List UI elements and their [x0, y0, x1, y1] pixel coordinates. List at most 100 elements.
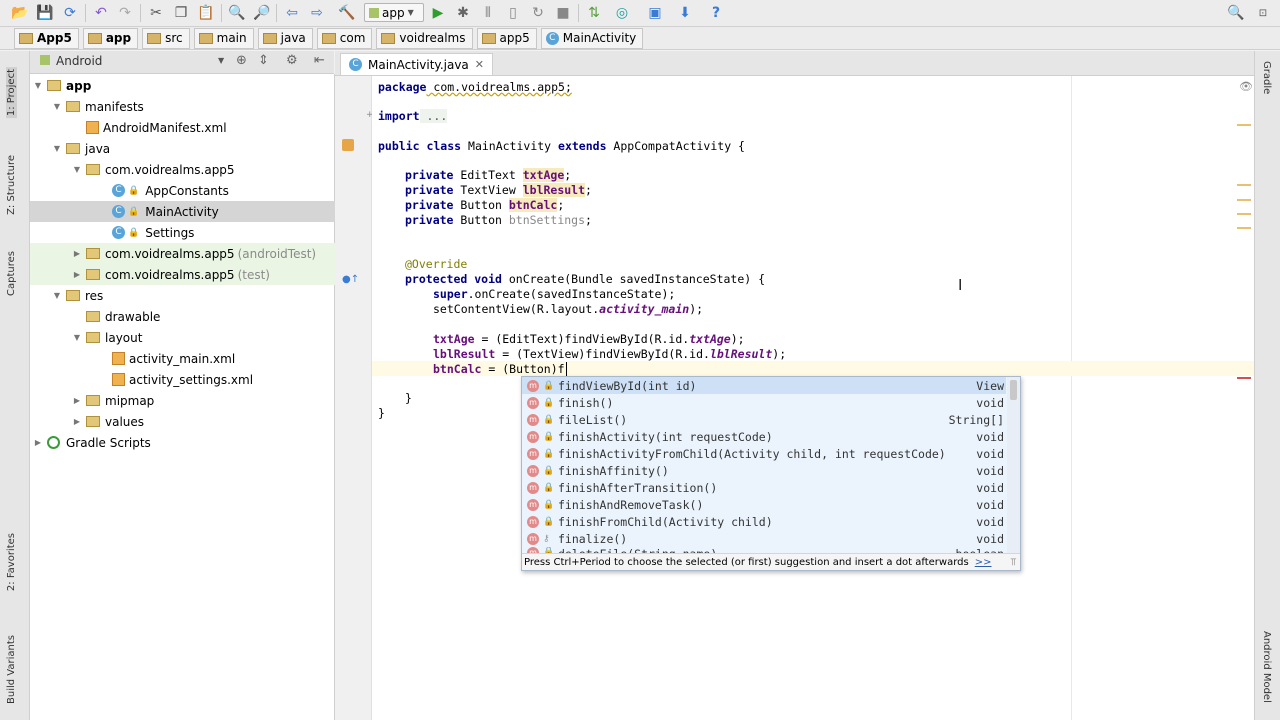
save-icon[interactable]: 💾	[35, 3, 55, 23]
completion-item[interactable]: m 🔒 fileList() String[]	[522, 411, 1006, 428]
copy-icon[interactable]: ❐	[171, 3, 191, 23]
warning-mark[interactable]	[1237, 213, 1251, 215]
tree-item-manifests[interactable]: ▼ manifests	[30, 96, 356, 117]
back-icon[interactable]: ⇦	[282, 3, 302, 23]
tree-item-res[interactable]: ▼ res	[30, 285, 356, 306]
tree-item-java[interactable]: ▼ java	[30, 138, 356, 159]
hide-panel-icon[interactable]: ⇤	[314, 53, 325, 68]
tree-item-drawable[interactable]: drawable	[30, 306, 386, 327]
avd-icon[interactable]: ↻	[528, 3, 548, 23]
tab-mainactivity-java[interactable]: C MainActivity.java ✕	[340, 53, 493, 75]
override-marker-icon[interactable]: ●↑	[342, 274, 359, 285]
stop-icon[interactable]: ■	[553, 3, 573, 23]
lock-icon: 🔒	[543, 482, 555, 493]
chevron-down-icon[interactable]: ▼	[218, 56, 224, 65]
breadcrumb-app5[interactable]: App5	[14, 27, 79, 49]
warning-mark[interactable]	[1237, 199, 1251, 201]
breadcrumb-src[interactable]: src	[142, 27, 190, 49]
code-completion-popup[interactable]: m 🔒 findViewById(int id) View m 🔒 finish() voi…	[521, 376, 1021, 571]
warning-mark[interactable]	[1237, 184, 1251, 186]
structure-icon[interactable]: ◎	[612, 3, 632, 23]
tree-item-layout[interactable]: ▼ layout	[30, 327, 376, 348]
project-view-select[interactable]: Android	[56, 54, 102, 68]
class-marker-icon[interactable]	[342, 139, 354, 151]
completion-item[interactable]: m 🔒 finishActivityFromChild(Activity child…	[522, 445, 1006, 462]
inspection-eye-icon[interactable]: 👁	[1239, 80, 1253, 93]
completion-item[interactable]: m 🔒 finishAffinity() void	[522, 462, 1006, 479]
help-icon[interactable]: ?	[706, 3, 726, 23]
tab-gradle[interactable]: Gradle	[1261, 61, 1272, 94]
expand-icon[interactable]: ▼	[72, 333, 82, 342]
tab-android-model[interactable]: Android Model	[1261, 631, 1272, 703]
maximize-icon[interactable]: ⊡	[1253, 3, 1273, 23]
debug-icon[interactable]: ✱	[453, 3, 473, 23]
tree-item-package-androidtest[interactable]: ▶ com.voidrealms.app5 (androidTest)	[30, 243, 376, 264]
completion-item[interactable]: m 🔒 finishFromChild(Activity child) void	[522, 513, 1006, 530]
forward-icon[interactable]: ⇨	[307, 3, 327, 23]
expand-icon[interactable]: ▼	[33, 81, 43, 90]
tab-captures[interactable]: Captures	[6, 251, 17, 296]
scrollbar-thumb[interactable]	[1010, 380, 1017, 400]
warning-mark[interactable]	[1237, 227, 1251, 229]
undo-icon[interactable]: ↶	[91, 3, 111, 23]
sync-icon[interactable]: ⟳	[60, 3, 80, 23]
search-icon[interactable]: 🔍	[1226, 3, 1246, 23]
attach-icon[interactable]: ⫴	[478, 3, 498, 23]
sync-gradle-icon[interactable]: ⇅	[584, 3, 604, 23]
completion-item[interactable]: m 🔒 finishAfterTransition() void	[522, 479, 1006, 496]
tree-item-mipmap[interactable]: ▶ mipmap	[30, 390, 376, 411]
tree-item-package[interactable]: ▼ com.voidrealms.app5	[30, 159, 376, 180]
run-config-select[interactable]: app ▼	[364, 3, 424, 22]
breadcrumb-main[interactable]: main	[193, 27, 254, 49]
scroll-from-source-icon[interactable]: ⊕	[236, 53, 247, 68]
tab-structure[interactable]: Z: Structure	[6, 155, 17, 215]
tree-item-manifest-xml[interactable]: AndroidManifest.xml	[30, 117, 386, 138]
monitor-icon[interactable]: ▣	[645, 3, 665, 23]
tab-build-variants[interactable]: Build Variants	[6, 635, 17, 704]
tab-favorites[interactable]: 2: Favorites	[6, 533, 17, 591]
expand-icon[interactable]: ▶	[72, 270, 82, 279]
redo-icon[interactable]: ↷	[115, 3, 135, 23]
expand-icon[interactable]: ▶	[72, 417, 82, 426]
cut-icon[interactable]: ✂	[146, 3, 166, 23]
expand-icon[interactable]: ▼	[52, 144, 62, 153]
expand-icon[interactable]: ▶	[72, 396, 82, 405]
completion-item[interactable]: m 🔒 findViewById(int id) View	[522, 377, 1006, 394]
expand-icon[interactable]: ▶	[72, 249, 82, 258]
completion-item[interactable]: m ⚷ finalize() void	[522, 530, 1006, 547]
completion-item[interactable]: m 🔒 finish() void	[522, 394, 1006, 411]
completion-item[interactable]: m 🔒 finishActivity(int requestCode) void	[522, 428, 1006, 445]
pin-icon[interactable]: ⫪	[1010, 557, 1016, 568]
expand-icon[interactable]: ▼	[52, 291, 62, 300]
tab-project[interactable]: 1: Project	[6, 67, 17, 119]
tree-item-app[interactable]: ▼ app	[30, 75, 337, 96]
breadcrumb-java[interactable]: java	[257, 27, 313, 49]
tree-item-gradle-scripts[interactable]: ▶ Gradle Scripts	[30, 432, 337, 453]
tree-item-values[interactable]: ▶ values	[30, 411, 376, 432]
error-mark[interactable]	[1237, 377, 1251, 379]
more-link[interactable]: >>	[975, 557, 992, 568]
expand-icon[interactable]: ▶	[33, 438, 43, 447]
paste-icon[interactable]: 📋	[196, 3, 216, 23]
find-icon[interactable]: 🔍	[227, 3, 247, 23]
gear-icon[interactable]: ⚙	[286, 53, 298, 68]
breadcrumb-app[interactable]: app	[82, 27, 139, 49]
run-icon[interactable]: ▶	[428, 3, 448, 23]
warning-mark[interactable]	[1237, 124, 1251, 126]
breadcrumb-app5-pkg[interactable]: app5	[476, 27, 537, 49]
sdk-icon[interactable]: ▯	[503, 3, 523, 23]
breadcrumb-voidrealms[interactable]: voidrealms	[376, 27, 473, 49]
replace-icon[interactable]: 🔎	[252, 3, 272, 23]
breadcrumb-mainactivity[interactable]: C MainActivity	[540, 27, 644, 49]
expand-icon[interactable]: ▼	[72, 165, 82, 174]
collapse-all-icon[interactable]: ⇕	[258, 53, 269, 68]
expand-icon[interactable]: ▼	[52, 102, 62, 111]
breadcrumb-com[interactable]: com	[316, 27, 373, 49]
close-icon[interactable]: ✕	[475, 58, 484, 71]
download-icon[interactable]: ⬇	[675, 3, 695, 23]
make-icon[interactable]: 🔨	[337, 3, 357, 23]
completion-item[interactable]: m 🔒 finishAndRemoveTask() void	[522, 496, 1006, 513]
tree-item-package-test[interactable]: ▶ com.voidrealms.app5 (test)	[30, 264, 376, 285]
open-icon[interactable]: 📂	[10, 3, 30, 23]
completion-scrollbar[interactable]	[1007, 377, 1020, 553]
